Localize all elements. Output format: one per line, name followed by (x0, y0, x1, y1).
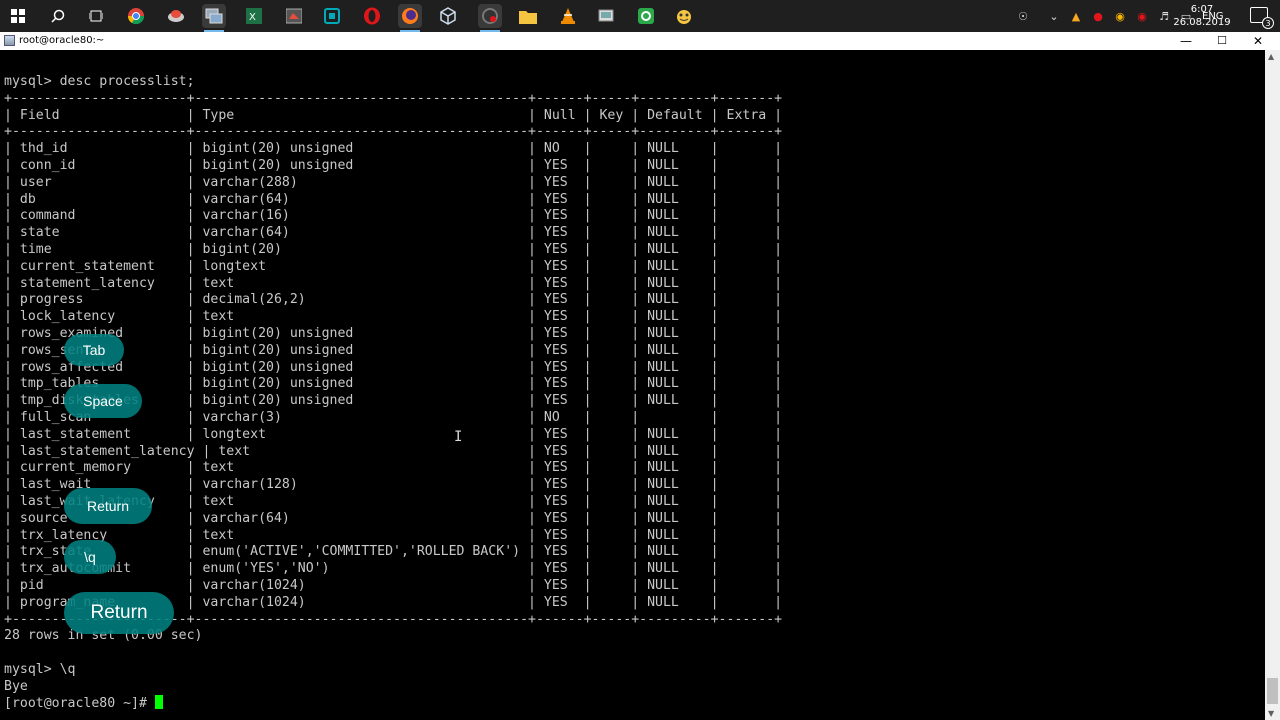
chrome-icon[interactable] (124, 4, 148, 28)
shell-prompt-line: [root@oracle80 ~]# (4, 695, 782, 713)
terminal-line: mysql> desc processlist; (4, 74, 195, 89)
terminal-line: +----------------------+----------------… (4, 90, 783, 106)
app-icon[interactable] (634, 4, 658, 28)
keystroke-overlay-return-large: Return (64, 592, 174, 634)
terminal-area[interactable]: mysql> desc processlist; +---------------… (0, 50, 1265, 720)
terminal-line: | db | varchar(64) | YES | | NULL | | (4, 191, 783, 207)
putty-window-icon[interactable] (4, 35, 15, 46)
chevron-up-icon[interactable]: ⌄ (1046, 8, 1062, 24)
terminal-line: | user | varchar(288) | YES | | NULL | | (4, 174, 783, 190)
windows-logo-icon[interactable] (6, 4, 30, 28)
terminal-line: | conn_id | bigint(20) unsigned | YES | … (4, 157, 783, 173)
terminal-line: | lock_latency | text | YES | | NULL | | (4, 309, 783, 325)
ibeam-cursor-icon: I (454, 429, 463, 445)
text-cursor (154, 695, 163, 710)
terminal-line: | current_statement | longtext | YES | |… (4, 258, 783, 274)
people-icon[interactable]: ☉ (1015, 8, 1031, 24)
terminal-line: Bye (4, 678, 28, 694)
app-icon[interactable] (478, 4, 502, 32)
keystroke-overlay-tab: Tab (64, 334, 124, 366)
minimize-button[interactable]: — (1168, 32, 1204, 50)
keystroke-overlay-backslash-q: \q (64, 540, 116, 574)
app-icon[interactable] (282, 4, 306, 28)
terminal-line: | Field | Type | Null | Key | Default | … (4, 107, 783, 123)
scroll-down-arrow-icon[interactable]: ▼ (1268, 709, 1274, 718)
window-titlebar[interactable]: root@oracle80:~ — ☐ ✕ (0, 32, 1280, 50)
folder-icon[interactable] (516, 4, 540, 28)
search-icon[interactable] (46, 4, 70, 28)
vertical-scrollbar[interactable]: ▲ ▼ (1265, 50, 1280, 720)
clock-time: 6:07 (1190, 4, 1214, 15)
task-view-icon[interactable] (84, 4, 108, 28)
app-icon[interactable] (672, 4, 696, 28)
terminal-line: | last_statement_latency | text | YES | … (4, 443, 783, 459)
terminal-line: | current_memory | text | YES | | NULL |… (4, 460, 783, 476)
clock-date: 26.08.2019 (1173, 17, 1231, 28)
taskbar: X ☉ ⌄ ▲ ● ◉ ◉ ♬ ▭ ENG 6:07 26.08.2019 3 (0, 0, 1280, 32)
vlc-icon[interactable] (556, 4, 580, 28)
volume-icon[interactable]: ♬ (1156, 8, 1172, 24)
terminal-line: | statement_latency | text | YES | | NUL… (4, 275, 783, 291)
record-stop-icon[interactable]: ◉ (1134, 8, 1150, 24)
svg-text:X: X (249, 12, 256, 23)
excel-icon[interactable]: X (242, 4, 266, 28)
scrollbar-thumb[interactable] (1267, 678, 1278, 704)
terminal-line: | trx_state | enum('ACTIVE','COMMITTED',… (4, 544, 783, 560)
terminal-line: | rows_affected | bigint(20) unsigned | … (4, 359, 783, 375)
app-icon[interactable] (164, 4, 188, 28)
terminal-line: | command | varchar(16) | YES | | NULL |… (4, 208, 783, 224)
terminal-line: | state | varchar(64) | YES | | NULL | | (4, 225, 783, 241)
terminal-line: mysql> \q (4, 661, 76, 677)
app-icon[interactable] (436, 4, 460, 28)
putty-icon[interactable] (202, 4, 226, 32)
terminal-line: | progress | decimal(26,2) | YES | | NUL… (4, 292, 783, 308)
maximize-button[interactable]: ☐ (1204, 32, 1240, 50)
firefox-icon[interactable] (398, 4, 422, 32)
close-button[interactable]: ✕ (1240, 32, 1276, 50)
terminal-line: | thd_id | bigint(20) unsigned | NO | | … (4, 141, 783, 157)
terminal-line: | trx_latency | text | YES | | NULL | | (4, 527, 783, 543)
terminal-line: +----------------------+----------------… (4, 124, 783, 140)
terminal-line: | trx_autocommit | enum('YES','NO') | YE… (4, 561, 783, 577)
clock[interactable]: 6:07 26.08.2019 (1172, 3, 1232, 29)
record-icon[interactable]: ● (1090, 8, 1106, 24)
terminal-line: | last_statement | longtext | YES | | NU… (4, 426, 783, 442)
app-icon[interactable] (320, 4, 344, 28)
shell-prompt: [root@oracle80 ~]# (4, 696, 155, 712)
scroll-up-arrow-icon[interactable]: ▲ (1268, 52, 1274, 61)
chrome-tray-icon[interactable]: ◉ (1112, 8, 1128, 24)
terminal-line: | time | bigint(20) | YES | | NULL | | (4, 241, 783, 257)
keystroke-overlay-return: Return (64, 488, 152, 524)
notification-count-badge: 3 (1262, 17, 1274, 29)
opera-icon[interactable] (360, 4, 384, 28)
window-title: root@oracle80:~ (19, 35, 105, 46)
app-icon[interactable] (594, 4, 618, 28)
warning-icon[interactable]: ▲ (1068, 8, 1084, 24)
keystroke-overlay-space: Space (64, 384, 142, 418)
